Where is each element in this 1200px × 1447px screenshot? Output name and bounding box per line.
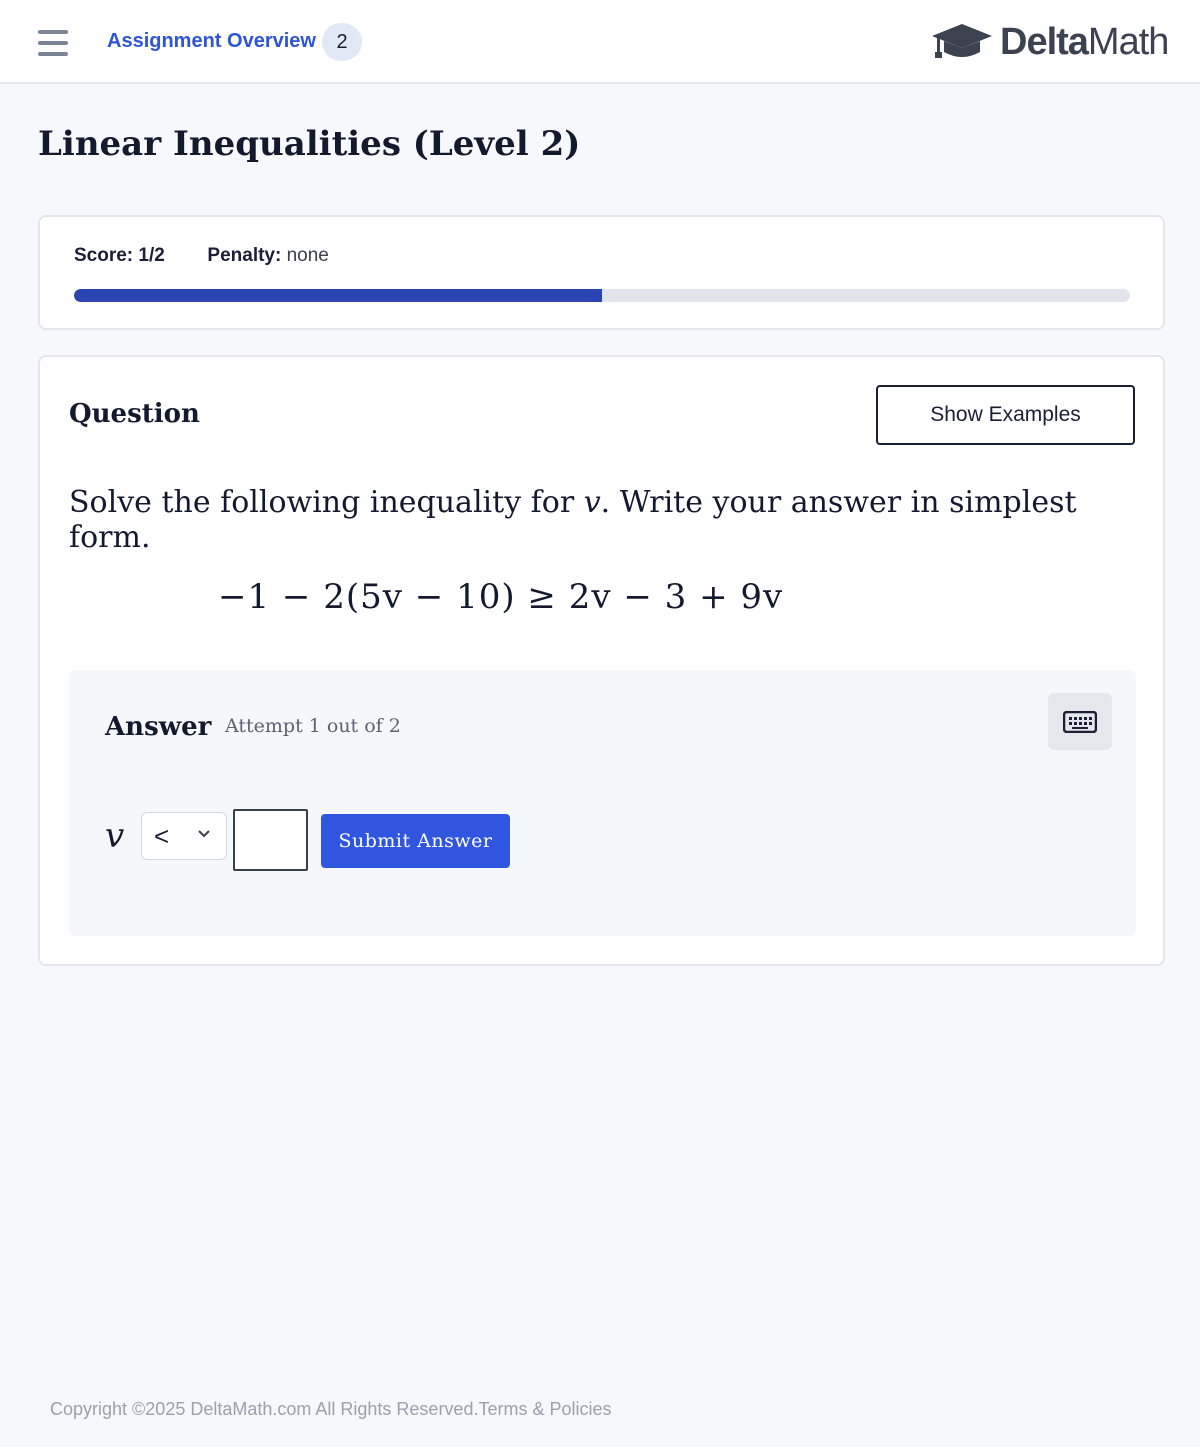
penalty-label: Penalty:	[207, 245, 282, 266]
logo-text: DeltaMath	[1000, 20, 1169, 63]
answer-variable: v	[105, 816, 125, 856]
math-keyboard-button[interactable]	[1048, 693, 1112, 750]
terms-policies-link[interactable]: Terms & Policies	[478, 1399, 611, 1419]
inequality-equation: −1 − 2(5v − 10) ≥ 2v − 3 + 9v	[218, 577, 784, 617]
answer-heading: Answer	[105, 712, 212, 742]
score-progress-fill	[74, 289, 602, 302]
score-value: 1/2	[138, 245, 165, 266]
chevron-down-icon	[198, 830, 210, 838]
submit-answer-button[interactable]: Submit Answer	[321, 814, 510, 868]
penalty-value: none	[286, 245, 329, 266]
answer-input[interactable]	[233, 809, 308, 871]
score-progress-bar	[74, 289, 1130, 302]
assignment-count-badge: 2	[322, 23, 362, 61]
attempt-counter: Attempt 1 out of 2	[225, 715, 401, 737]
score-card: Score: 1/2 Penalty: none	[38, 215, 1165, 330]
answer-panel: Answer Attempt 1 out of 2 v < Submit Ans…	[69, 670, 1136, 936]
top-bar: Assignment Overview 2 DeltaMath	[0, 0, 1200, 84]
show-examples-button[interactable]: Show Examples	[876, 385, 1135, 445]
page-title: Linear Inequalities (Level 2)	[38, 124, 581, 164]
graduation-cap-icon	[932, 24, 992, 58]
inequality-select[interactable]: <	[141, 812, 227, 860]
score-label: Score:	[74, 245, 134, 266]
copyright-text: Copyright ©2025 DeltaMath.com All Rights…	[50, 1399, 479, 1419]
score-line: Score: 1/2 Penalty: none	[74, 245, 329, 267]
hamburger-menu-icon[interactable]	[38, 30, 68, 56]
assignment-overview-link[interactable]: Assignment Overview	[107, 30, 316, 53]
question-heading: Question	[69, 399, 200, 429]
inequality-select-value: <	[154, 820, 170, 851]
keyboard-icon	[1063, 710, 1097, 733]
deltamath-logo[interactable]: DeltaMath	[930, 20, 1169, 64]
question-prompt: Solve the following inequality for v. Wr…	[69, 485, 1077, 555]
question-card: Question Show Examples Solve the followi…	[38, 355, 1165, 966]
footer: Copyright ©2025 DeltaMath.com All Rights…	[50, 1399, 612, 1420]
